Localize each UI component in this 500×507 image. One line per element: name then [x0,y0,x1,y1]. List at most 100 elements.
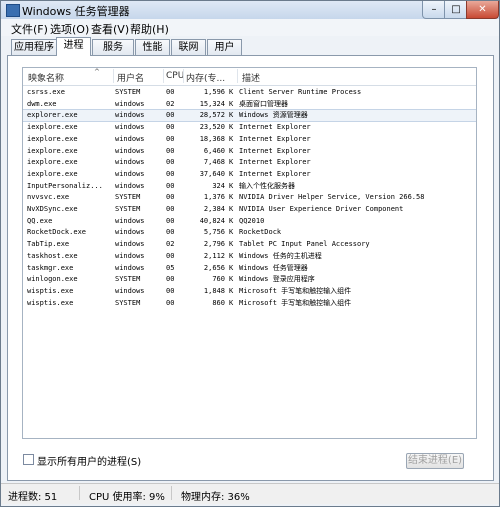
end-process-button[interactable]: 结束进程(E) [406,453,464,469]
menu-view[interactable]: 查看(V) [91,21,129,37]
process-description: Internet Explorer [239,123,311,132]
process-memory: 5,756 [203,228,225,237]
process-memory: 6,460 [203,146,225,155]
process-description: Internet Explorer [239,169,311,178]
column-memory[interactable]: 内存(专... [186,71,225,84]
tab-applications[interactable]: 应用程序 [11,39,57,55]
process-name: TabTip.exe [27,240,70,249]
process-memory: 324 [212,181,225,190]
process-cpu: 00 [166,275,175,284]
process-user: windows [115,240,145,249]
process-user: SYSTEM [115,88,141,96]
process-description: NVIDIA User Experience Driver Component [239,205,404,213]
table-row[interactable]: iexplore.exe windows 00 37,640 K Internet Exp… [23,169,476,180]
table-row[interactable]: taskmgr.exe windows 05 2,656 K Windows 任务管理器 [23,263,476,274]
process-description: Microsoft 手写笔和触控输入组件 [239,286,352,295]
column-description[interactable]: 描述 [242,71,260,84]
table-row[interactable]: dwm.exe windows 02 15,324 K 桌面窗口管理器 [23,99,476,110]
process-memory-unit: K [229,216,234,225]
process-user: windows [115,111,145,120]
tab-services[interactable]: 服务 [92,39,134,55]
column-separator[interactable] [163,69,164,83]
table-row[interactable]: iexplore.exe windows 00 6,460 K Internet Expl… [23,146,476,157]
process-user: SYSTEM [115,193,141,202]
column-separator[interactable] [183,69,184,83]
menu-options[interactable]: 选项(O) [50,21,89,37]
tab-performance[interactable]: 性能 [135,39,170,55]
tab-processes[interactable]: 进程 [56,37,91,56]
process-name: iexplore.exe [27,123,78,132]
table-row[interactable]: iexplore.exe windows 00 18,368 K Internet Exp… [23,134,476,145]
process-user: windows [115,134,145,143]
process-user: windows [115,146,145,155]
show-all-users-checkbox[interactable] [23,454,34,465]
process-description: 输入个性化服务器 [239,181,295,190]
process-cpu: 05 [166,263,175,272]
process-name: nvvsvc.exe [27,193,70,202]
process-name: taskhost.exe [27,251,78,260]
process-memory: 760 [212,275,225,284]
menu-file[interactable]: 文件(F) [11,21,48,37]
table-row[interactable]: iexplore.exe windows 00 23,520 K Internet Exp… [23,122,476,133]
show-all-users-label[interactable]: 显示所有用户的进程(S) [37,453,141,468]
process-list[interactable]: ^ 映象名称 用户名 CPU 内存(专... 描述 csrss.exe SYSTE… [22,67,477,439]
status-divider [79,486,80,500]
process-user: windows [115,181,145,190]
process-cpu: 00 [166,228,175,237]
table-row[interactable]: wisptis.exe windows 00 1,848 K Microsoft 手写笔和… [23,286,476,297]
process-memory-unit: K [229,263,234,272]
tab-networking[interactable]: 联网 [171,39,206,55]
process-memory-unit: K [229,298,234,307]
tab-users[interactable]: 用户 [207,39,242,55]
minimize-button[interactable]: – [422,1,446,19]
process-description: NVIDIA Driver Helper Service, Version 26… [239,193,425,202]
process-user: SYSTEM [115,298,141,307]
process-description: Internet Explorer [239,134,311,143]
window-title: Windows 任务管理器 [22,5,130,18]
table-row[interactable]: iexplore.exe windows 00 7,468 K Internet Expl… [23,157,476,168]
table-row[interactable]: TabTip.exe windows 02 2,796 K Tablet PC Input… [23,239,476,250]
table-row[interactable]: nvvsvc.exe SYSTEM 00 1,376 K NVIDIA Driver He… [23,192,476,203]
table-row[interactable]: InputPersonaliz... windows 00 324 K 输入个性化服务器 [23,181,476,192]
column-user-name[interactable]: 用户名 [117,71,144,84]
process-user: windows [115,169,145,178]
process-memory-unit: K [229,134,234,143]
column-cpu[interactable]: CPU [166,71,184,81]
table-row[interactable]: csrss.exe SYSTEM 00 1,596 K Client Server Run… [23,87,476,98]
column-separator[interactable] [237,69,238,83]
process-memory-unit: K [229,240,234,249]
column-header-row: ^ 映象名称 用户名 CPU 内存(专... 描述 [23,68,476,86]
table-row[interactable]: NvXDSync.exe SYSTEM 00 2,384 K NVIDIA User Ex… [23,204,476,215]
process-cpu: 00 [166,216,175,225]
menu-help[interactable]: 帮助(H) [130,21,169,37]
column-image-name[interactable]: 映象名称 [28,71,64,84]
process-description: Internet Explorer [239,158,311,167]
process-description: Microsoft 手写笔和触控输入组件 [239,298,352,307]
process-user: windows [115,99,145,108]
process-cpu: 00 [166,205,175,213]
table-row[interactable]: RocketDock.exe windows 00 5,756 K RocketDock [23,227,476,238]
table-row[interactable]: QQ.exe windows 00 40,824 K QQ2010 [23,216,476,227]
close-button[interactable]: ✕ [466,1,499,19]
column-separator[interactable] [113,69,114,83]
table-row[interactable]: explorer.exe windows 00 28,572 K Windows 资源管理… [23,109,476,123]
process-cpu: 00 [166,298,175,307]
process-description: Windows 资源管理器 [239,111,308,120]
process-description: Internet Explorer [239,146,311,155]
menu-bar: 文件(F) 选项(O) 查看(V) 帮助(H) [1,19,499,36]
table-row[interactable]: taskhost.exe windows 00 2,112 K Windows 任务的主机… [23,251,476,262]
title-bar[interactable]: Windows 任务管理器 – □ ✕ [1,1,499,19]
process-description: Windows 任务的主机进程 [239,251,322,260]
process-memory-unit: K [229,99,234,108]
process-cpu: 00 [166,88,175,96]
maximize-button[interactable]: □ [444,1,468,19]
process-user: windows [115,251,145,260]
process-name: wisptis.exe [27,298,74,307]
process-user: windows [115,286,145,295]
table-row[interactable]: wisptis.exe SYSTEM 00 860 K Microsoft 手写笔和触控输… [23,298,476,309]
process-name: csrss.exe [27,88,65,96]
status-process-count: 进程数: 51 [8,492,58,503]
process-name: QQ.exe [27,216,53,225]
table-row[interactable]: winlogon.exe SYSTEM 00 760 K Windows 登录应用程序 [23,274,476,285]
process-memory: 2,656 [203,263,225,272]
